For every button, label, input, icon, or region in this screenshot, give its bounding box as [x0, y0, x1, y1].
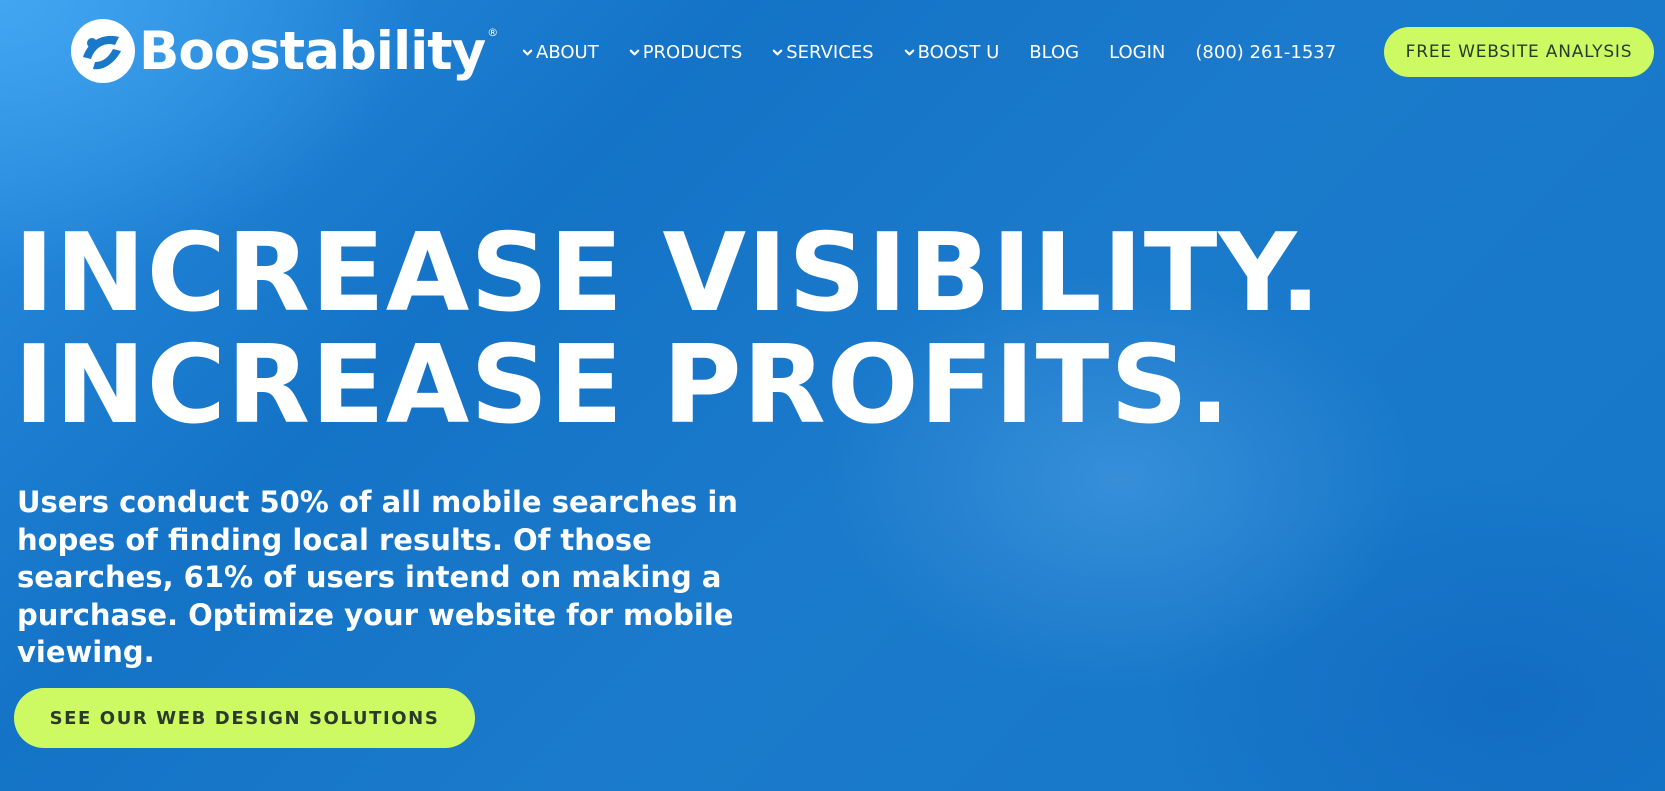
chevron-down-icon — [629, 49, 639, 55]
chevron-down-icon — [904, 49, 914, 55]
nav-item-label: BOOST U — [917, 41, 1000, 63]
nav-item-label: PRODUCTS — [642, 41, 743, 63]
boostability-logo-icon — [71, 19, 135, 83]
headline-line-2: INCREASE PROFITS. — [14, 323, 1232, 448]
site-header: Boostability ® ABOUT PRODUCTS SERVICES B… — [0, 0, 1665, 104]
web-design-solutions-button[interactable]: SEE OUR WEB DESIGN SOLUTIONS — [14, 688, 475, 748]
hero-subtext: Users conduct 50% of all mobile searches… — [17, 485, 738, 669]
brand-name: Boostability — [139, 20, 486, 82]
free-website-analysis-button[interactable]: FREE WEBSITE ANALYSIS — [1384, 27, 1654, 77]
headline-line-1: INCREASE VISIBILITY. — [14, 211, 1322, 336]
nav-item-boost-u[interactable]: BOOST U — [904, 41, 1000, 63]
nav-item-phone[interactable]: (800) 261-1537 — [1195, 42, 1336, 63]
chevron-down-icon — [522, 49, 533, 55]
chevron-down-icon — [772, 49, 783, 55]
nav-item-label: SERVICES — [786, 41, 874, 63]
phone-number: (800) 261-1537 — [1195, 41, 1337, 63]
nav-item-about[interactable]: ABOUT — [522, 42, 599, 63]
nav-item-services[interactable]: SERVICES — [772, 41, 874, 63]
brand-logo[interactable]: Boostability ® — [69, 16, 498, 86]
nav-item-label: LOGIN — [1109, 41, 1166, 63]
main-nav: ABOUT PRODUCTS SERVICES BOOST U BLOG LOG… — [522, 40, 1336, 64]
registered-mark: ® — [487, 26, 499, 39]
hero-headline: INCREASE VISIBILITY. INCREASE PROFITS. — [14, 218, 1414, 442]
nav-item-label: ABOUT — [536, 41, 599, 63]
nav-item-login[interactable]: LOGIN — [1109, 42, 1165, 63]
nav-item-products[interactable]: PRODUCTS — [629, 41, 743, 63]
nav-item-label: BLOG — [1029, 41, 1080, 63]
nav-item-blog[interactable]: BLOG — [1029, 42, 1079, 63]
